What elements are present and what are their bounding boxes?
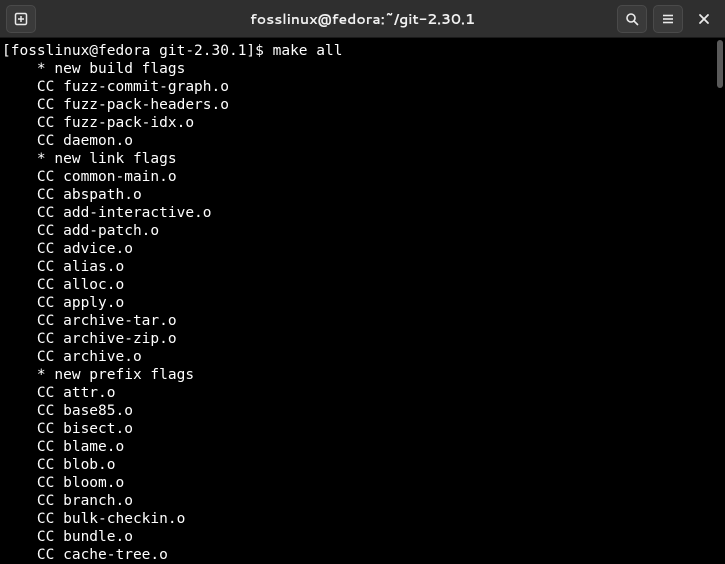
scrollbar[interactable] [715,38,725,564]
title-bar: fosslinux@fedora:~/git-2.30.1 [0,0,725,38]
new-tab-button[interactable] [6,5,36,33]
search-button[interactable] [617,5,647,33]
menu-button[interactable] [653,5,683,33]
terminal-output[interactable]: [fosslinux@fedora git-2.30.1]$ make all … [0,38,715,564]
close-button[interactable] [689,5,719,33]
scrollbar-thumb[interactable] [717,40,723,88]
